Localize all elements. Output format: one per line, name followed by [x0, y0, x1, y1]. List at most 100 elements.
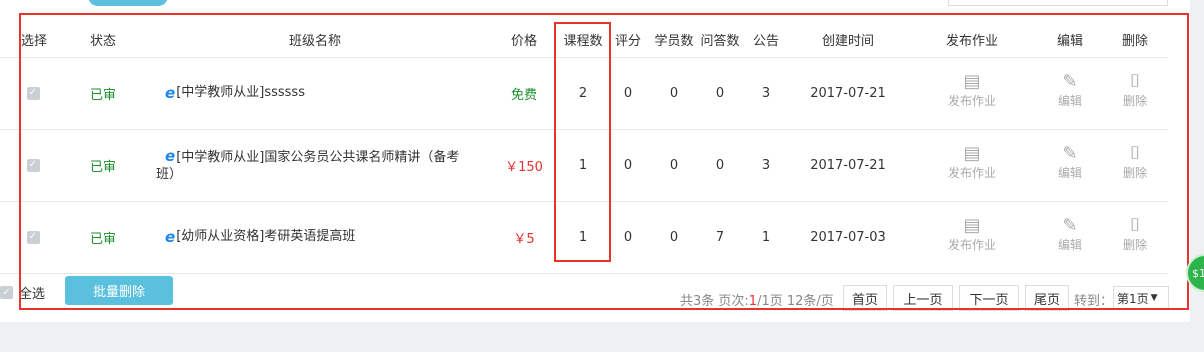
select-all-checkbox[interactable]: ✓ 全选 [0, 283, 45, 302]
checkbox-checked-icon: ✓ [26, 86, 40, 100]
header-course-count: 课程数 [563, 33, 603, 49]
course-count: 1 [578, 229, 588, 245]
top-tab-button[interactable] [88, 0, 168, 6]
course-count: 1 [578, 157, 588, 173]
row-checkbox[interactable]: ✓ [24, 84, 42, 102]
publish-label: 发布作业 [947, 166, 996, 180]
jump-label: 转到： [1074, 294, 1114, 309]
class-name-text-wrap: 班） [156, 167, 183, 182]
trash-icon: ⌷ [1129, 143, 1141, 164]
notice-count: 1 [761, 229, 771, 245]
class-name-link[interactable]: e[中学教师从业]国家公务员公共课名师精讲（备考 班） [156, 148, 476, 183]
edit-button[interactable]: ✎ 编辑 [1044, 144, 1096, 181]
publish-label: 发布作业 [947, 94, 996, 108]
batch-delete-button[interactable]: 批量删除 [65, 276, 173, 305]
row-checkbox[interactable]: ✓ [24, 156, 42, 174]
qa-count: 0 [715, 85, 725, 101]
prev-page-button[interactable]: 上一页 [893, 285, 953, 311]
edit-button[interactable]: ✎ 编辑 [1044, 72, 1096, 109]
delete-button[interactable]: ⌷ 删除 [1110, 144, 1160, 181]
delete-label: 删除 [1122, 166, 1147, 180]
status-badge: 已审 [89, 87, 116, 103]
select-all-label: 全选 [19, 287, 46, 302]
header-delete: 删除 [1121, 33, 1148, 49]
document-publish-icon: ▤ [963, 71, 981, 92]
pencil-edit-icon: ✎ [1062, 143, 1078, 164]
row-checkbox[interactable]: ✓ [24, 228, 42, 246]
pager-page-size: /1页 12条/页 [757, 294, 834, 309]
row-divider [0, 129, 1168, 130]
publish-button[interactable]: ▤ 发布作业 [935, 144, 1009, 181]
rating: 0 [623, 229, 633, 245]
next-page-button[interactable]: 下一页 [959, 285, 1019, 311]
created-date: 2017-07-03 [810, 229, 886, 245]
price: ￥150 [505, 159, 543, 175]
edit-label: 编辑 [1057, 238, 1082, 252]
class-name-link[interactable]: e [幼师从业资格]考研英语提高班 [165, 228, 485, 246]
publish-button[interactable]: ▤ 发布作业 [935, 72, 1009, 109]
pencil-edit-icon: ✎ [1062, 71, 1078, 92]
created-date: 2017-07-21 [810, 85, 886, 101]
first-page-button[interactable]: 首页 [843, 285, 887, 311]
students: 0 [669, 157, 679, 173]
header-rating: 评分 [614, 33, 641, 49]
publish-label: 发布作业 [947, 238, 996, 252]
row-divider [0, 57, 1168, 58]
ie-browser-icon: e [165, 228, 176, 246]
notice-count: 3 [761, 85, 771, 101]
edit-label: 编辑 [1057, 94, 1082, 108]
row-divider [0, 201, 1168, 202]
class-name-text: [中学教师从业]ssssss [176, 85, 305, 100]
header-price: 价格 [510, 33, 537, 49]
status-badge: 已审 [89, 231, 116, 247]
checkbox-checked-icon: ✓ [0, 286, 13, 299]
header-publish: 发布作业 [945, 33, 998, 49]
trash-icon: ⌷ [1129, 71, 1141, 92]
checkbox-checked-icon: ✓ [26, 158, 40, 172]
created-date: 2017-07-21 [810, 157, 886, 173]
pager-current-page: 1 [748, 294, 758, 309]
checkbox-checked-icon: ✓ [26, 230, 40, 244]
header-qa: 问答数 [700, 33, 740, 49]
delete-button[interactable]: ⌷ 删除 [1110, 216, 1160, 253]
trash-icon: ⌷ [1129, 215, 1141, 236]
jump-page-value: 第1页 [1117, 291, 1149, 306]
delete-label: 删除 [1122, 238, 1147, 252]
header-edit: 编辑 [1056, 33, 1083, 49]
class-name-text: [中学教师从业]国家公务员公共课名师精讲（备考 [176, 150, 460, 165]
qa-count: 7 [715, 229, 725, 245]
publish-button[interactable]: ▤ 发布作业 [935, 216, 1009, 253]
document-publish-icon: ▤ [963, 215, 981, 236]
rating: 0 [623, 85, 633, 101]
edit-label: 编辑 [1057, 166, 1082, 180]
ie-browser-icon: e [165, 84, 176, 102]
last-page-button[interactable]: 尾页 [1025, 285, 1069, 311]
jump-page-select[interactable]: 第1页 ▼ [1113, 286, 1169, 310]
course-count: 2 [578, 85, 588, 101]
class-name-text: [幼师从业资格]考研英语提高班 [176, 229, 356, 244]
class-list-panel: 选择 状态 班级名称 价格 课程数 评分 学员数 问答数 公告 创建时间 发布作… [0, 0, 1190, 322]
header-status: 状态 [89, 33, 116, 49]
ie-browser-icon: e [165, 147, 176, 165]
caret-down-icon: ▼ [1150, 293, 1158, 303]
top-search-input[interactable] [948, 0, 1168, 6]
delete-button[interactable]: ⌷ 删除 [1110, 72, 1160, 109]
row-divider [0, 273, 1168, 274]
pager-total: 共3条 页次: [680, 294, 749, 309]
delete-label: 删除 [1122, 94, 1147, 108]
class-name-link[interactable]: e [中学教师从业]ssssss [165, 84, 485, 102]
notice-count: 3 [761, 157, 771, 173]
status-badge: 已审 [89, 159, 116, 175]
students: 0 [669, 229, 679, 245]
header-students: 学员数 [654, 33, 694, 49]
header-created: 创建时间 [821, 33, 874, 49]
pencil-edit-icon: ✎ [1062, 215, 1078, 236]
document-publish-icon: ▤ [963, 143, 981, 164]
edit-button[interactable]: ✎ 编辑 [1044, 216, 1096, 253]
header-notice: 公告 [752, 33, 779, 49]
price: ￥5 [513, 231, 535, 247]
students: 0 [669, 85, 679, 101]
rating: 0 [623, 157, 633, 173]
header-class-name: 班级名称 [288, 33, 341, 49]
price: 免费 [510, 87, 537, 103]
